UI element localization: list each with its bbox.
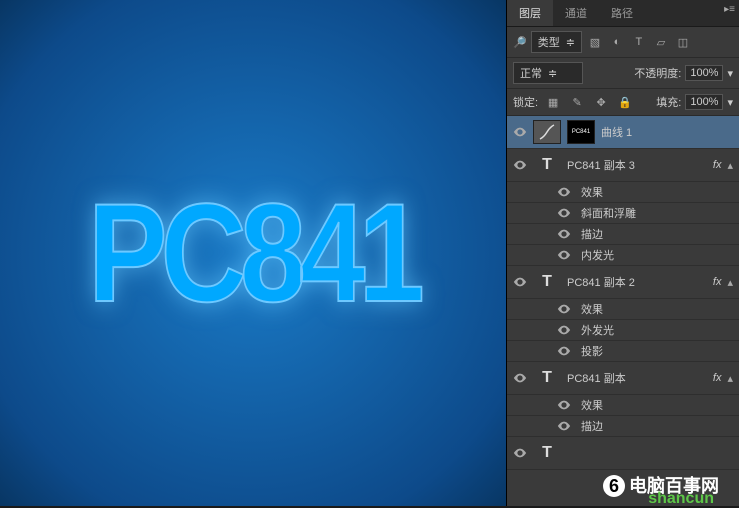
visibility-icon[interactable]	[557, 227, 571, 241]
tab-layers[interactable]: 图层	[507, 0, 553, 26]
visibility-icon[interactable]	[557, 323, 571, 337]
fx-badge[interactable]: fx	[713, 276, 722, 288]
visibility-icon[interactable]	[557, 398, 571, 412]
layer-row[interactable]: T PC841 副本 2 fx ▴	[507, 266, 739, 299]
filter-smart-icon[interactable]: ◫	[674, 33, 692, 51]
effect-row[interactable]: 斜面和浮雕	[507, 203, 739, 224]
effect-row[interactable]: 效果	[507, 182, 739, 203]
lock-label: 锁定:	[513, 94, 538, 110]
mask-thumb: PC841	[567, 120, 595, 144]
effect-row[interactable]: 效果	[507, 395, 739, 416]
effect-name: 效果	[581, 397, 603, 413]
text-layer-icon: T	[533, 441, 561, 465]
layer-row[interactable]: T PC841 副本 fx ▴	[507, 362, 739, 395]
visibility-icon[interactable]	[557, 302, 571, 316]
canvas-area: PC841	[0, 0, 506, 506]
panel-tabs: 图层 通道 路径	[507, 0, 739, 27]
visibility-icon[interactable]	[557, 248, 571, 262]
effect-row[interactable]: 描边	[507, 224, 739, 245]
effect-name: 投影	[581, 343, 603, 359]
lock-brush-icon[interactable]: ✎	[568, 93, 586, 111]
visibility-icon[interactable]	[557, 344, 571, 358]
fill-input[interactable]: 100%	[685, 94, 723, 110]
tab-channels[interactable]: 通道	[553, 0, 599, 26]
chevron-down-icon[interactable]: ▾	[727, 96, 733, 109]
layer-row[interactable]: T PC841 副本 3 fx ▴	[507, 149, 739, 182]
filter-label: 类型	[538, 34, 560, 50]
filter-shape-icon[interactable]: ▱	[652, 33, 670, 51]
tab-paths[interactable]: 路径	[599, 0, 645, 26]
visibility-icon[interactable]	[557, 419, 571, 433]
effect-name: 内发光	[581, 247, 614, 263]
layer-row[interactable]: PC841 曲线 1	[507, 116, 739, 149]
opacity-label: 不透明度:	[634, 65, 681, 81]
visibility-icon[interactable]	[513, 371, 527, 385]
layer-filter-row: 🔎 类型 ≑ ▧ ◐ T ▱ ◫	[507, 27, 739, 58]
effects-toggle-icon[interactable]: ▴	[727, 159, 733, 172]
blend-row: 正常 ≑ 不透明度: 100% ▾	[507, 58, 739, 89]
fx-badge[interactable]: fx	[713, 372, 722, 384]
filter-type-dropdown[interactable]: 类型 ≑	[531, 31, 582, 53]
lock-move-icon[interactable]: ✥	[592, 93, 610, 111]
visibility-icon[interactable]	[557, 185, 571, 199]
visibility-icon[interactable]	[557, 206, 571, 220]
effects-group: 效果 外发光 投影	[507, 299, 739, 362]
canvas-text-pc841: PC841	[88, 172, 418, 334]
layer-name: PC841 副本	[567, 370, 707, 386]
watermark-logo-icon: 6	[603, 475, 625, 497]
watermark-sub: shancun	[648, 490, 714, 508]
effect-row[interactable]: 外发光	[507, 320, 739, 341]
effect-name: 效果	[581, 301, 603, 317]
visibility-icon[interactable]	[513, 275, 527, 289]
blend-mode-value: 正常	[520, 65, 542, 81]
layers-list: PC841 曲线 1 T PC841 副本 3 fx ▴ 效果 斜面和浮雕 描边…	[507, 116, 739, 506]
layers-panel: ▸≡ 图层 通道 路径 🔎 类型 ≑ ▧ ◐ T ▱ ◫ 正常 ≑ 不透明度: …	[506, 0, 739, 506]
effects-group: 效果 斜面和浮雕 描边 内发光	[507, 182, 739, 266]
fx-badge[interactable]: fx	[713, 159, 722, 171]
visibility-icon[interactable]	[513, 158, 527, 172]
fill-label: 填充:	[656, 94, 681, 110]
layer-name: PC841 副本 3	[567, 157, 707, 173]
layer-row[interactable]: T	[507, 437, 739, 470]
text-layer-icon: T	[533, 270, 561, 294]
text-layer-icon: T	[533, 153, 561, 177]
panel-menu-icon[interactable]: ▸≡	[724, 4, 735, 15]
effect-name: 外发光	[581, 322, 614, 338]
chevron-down-icon: ≑	[566, 36, 575, 49]
effects-toggle-icon[interactable]: ▴	[727, 372, 733, 385]
chevron-down-icon: ≑	[548, 67, 557, 80]
visibility-icon[interactable]	[513, 125, 527, 139]
effects-group: 效果 描边	[507, 395, 739, 437]
lock-transparency-icon[interactable]: ▦	[544, 93, 562, 111]
effect-row[interactable]: 内发光	[507, 245, 739, 266]
effect-name: 描边	[581, 226, 603, 242]
text-layer-icon: T	[533, 366, 561, 390]
lock-row: 锁定: ▦ ✎ ✥ 🔒 填充: 100% ▾	[507, 89, 739, 116]
effects-toggle-icon[interactable]: ▴	[727, 276, 733, 289]
opacity-input[interactable]: 100%	[685, 65, 723, 81]
effect-name: 效果	[581, 184, 603, 200]
effect-row[interactable]: 描边	[507, 416, 739, 437]
effect-row[interactable]: 投影	[507, 341, 739, 362]
layer-name: 曲线 1	[601, 124, 733, 140]
effect-name: 描边	[581, 418, 603, 434]
visibility-icon[interactable]	[513, 446, 527, 460]
filter-type-icon[interactable]: T	[630, 33, 648, 51]
filter-pixel-icon[interactable]: ▧	[586, 33, 604, 51]
effect-row[interactable]: 效果	[507, 299, 739, 320]
filter-adjustment-icon[interactable]: ◐	[608, 33, 626, 51]
chevron-down-icon[interactable]: ▾	[727, 67, 733, 80]
blend-mode-dropdown[interactable]: 正常 ≑	[513, 62, 583, 84]
lock-all-icon[interactable]: 🔒	[616, 93, 634, 111]
adjustment-thumb	[533, 120, 561, 144]
effect-name: 斜面和浮雕	[581, 205, 636, 221]
layer-name: PC841 副本 2	[567, 274, 707, 290]
search-icon: 🔎	[513, 36, 527, 49]
